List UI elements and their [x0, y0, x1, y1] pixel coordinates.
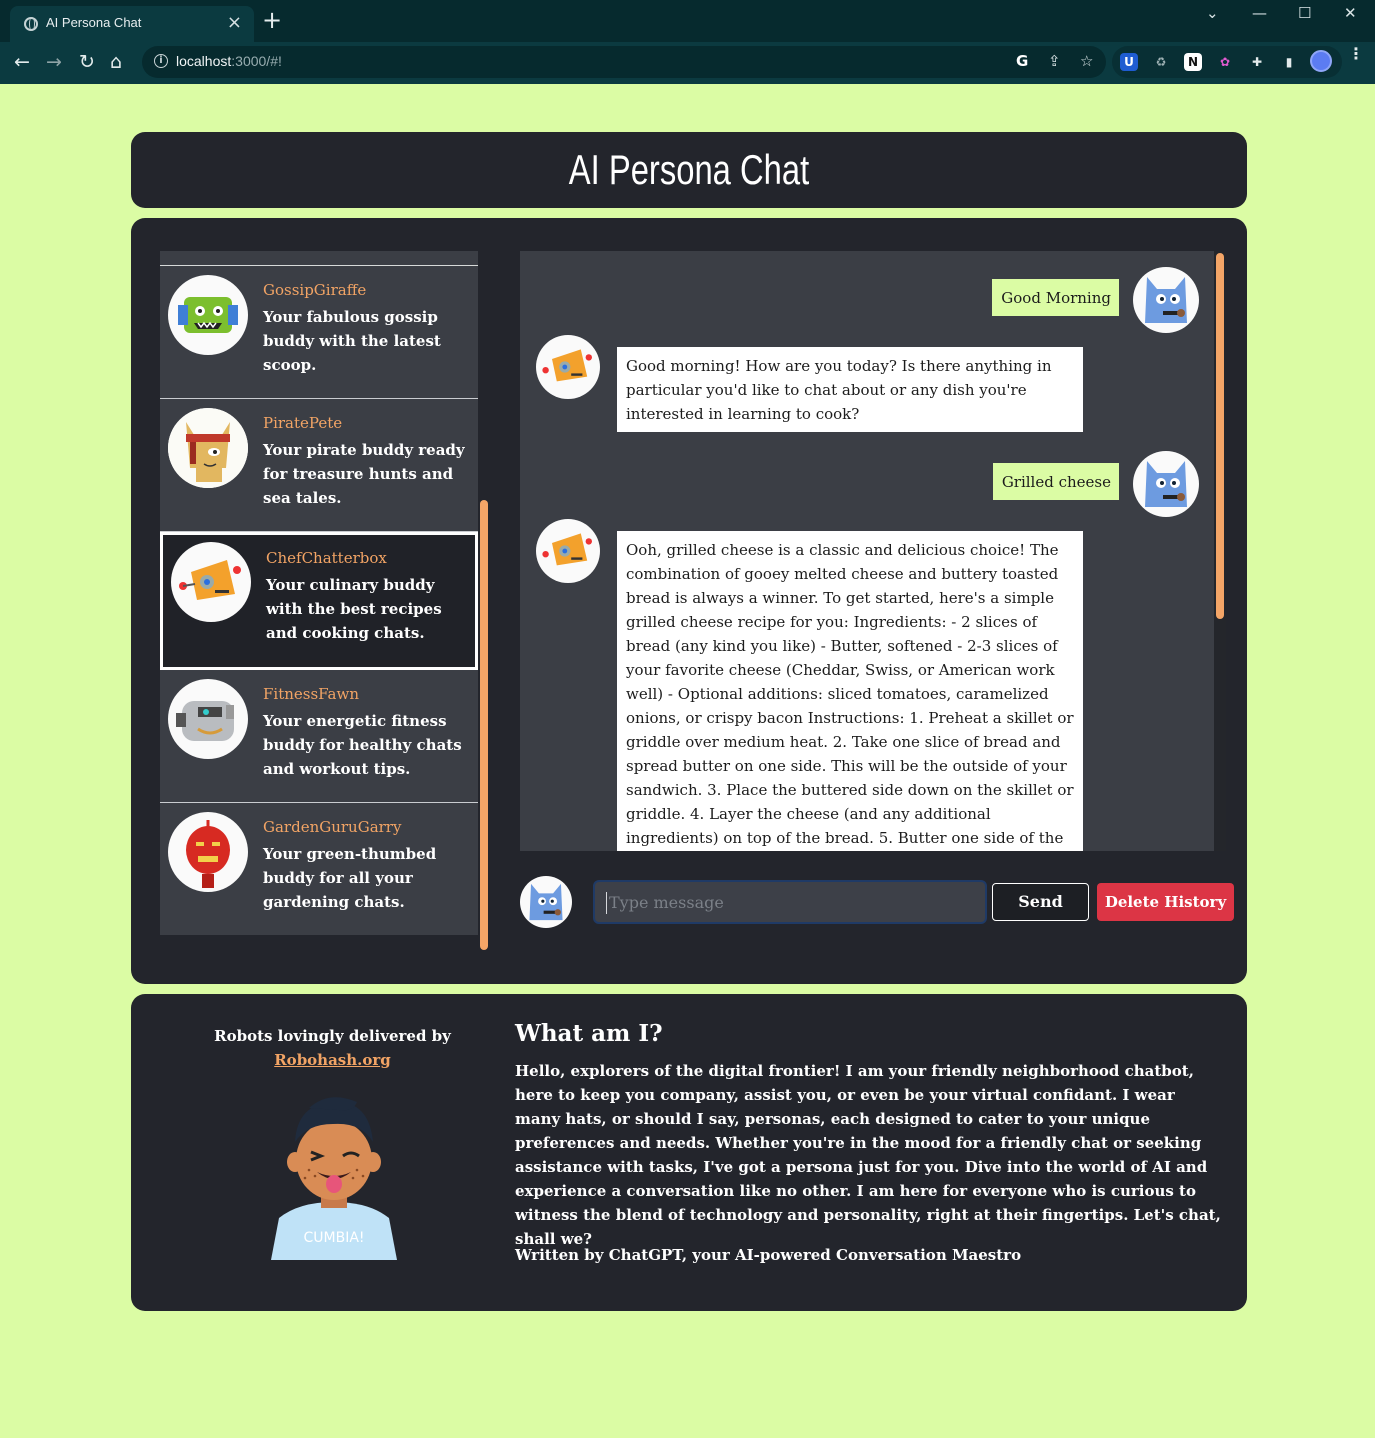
persona-name: GossipGiraffe: [263, 281, 367, 299]
chevron-down-icon[interactable]: ⌄: [1206, 4, 1219, 22]
url-text[interactable]: localhost:3000/#!: [176, 53, 282, 69]
gray-robot-avatar: [168, 679, 248, 759]
persona-list: GossipGiraffe Your fabulous gossip buddy…: [160, 251, 478, 935]
message-input[interactable]: [593, 880, 987, 924]
persona-name: FitnessFawn: [263, 685, 359, 703]
tab-title: AI Persona Chat: [46, 15, 142, 30]
puzzle-icon[interactable]: ✚: [1248, 53, 1266, 71]
share-icon[interactable]: ⇪: [1048, 52, 1061, 70]
info-icon[interactable]: i: [154, 54, 168, 68]
about-title: What am I?: [515, 1020, 663, 1047]
recycle-icon[interactable]: ♻: [1152, 53, 1170, 71]
robohash-link[interactable]: Robohash.org: [201, 1048, 464, 1072]
notion-icon[interactable]: N: [1184, 53, 1202, 71]
browser-chrome: AI Persona Chat × + ⌄ — ☐ ✕ ← → ↻ ⌂ i lo…: [0, 0, 1375, 84]
url-host: localhost: [176, 53, 232, 69]
chef-robot-avatar: [536, 335, 600, 399]
persona-description: Your pirate buddy ready for treasure hun…: [263, 441, 465, 507]
browser-tab[interactable]: AI Persona Chat ×: [10, 6, 254, 42]
address-bar[interactable]: i localhost:3000/#! G ⇪ ☆: [142, 46, 1106, 78]
browser-toolbar: ← → ↻ ⌂ i localhost:3000/#! G ⇪ ☆ U ♻ N …: [0, 42, 1375, 84]
back-icon[interactable]: ←: [14, 51, 30, 73]
persona-item[interactable]: FitnessFawn Your energetic fitness buddy…: [160, 670, 478, 803]
chat-window[interactable]: Good Morning Good morning! How are you t…: [520, 251, 1226, 851]
credit-text: Robots lovingly delivered by: [214, 1027, 451, 1045]
shirt-text: CUMBIA!: [303, 1230, 364, 1246]
persona-description: Your energetic fitness buddy for healthy…: [263, 712, 462, 778]
persona-description: Your culinary buddy with the best recipe…: [266, 576, 442, 642]
maximize-icon[interactable]: ☐: [1298, 4, 1311, 22]
bitwarden-icon[interactable]: U: [1120, 53, 1138, 71]
bot-message: Good morning! How are you today? Is ther…: [617, 347, 1083, 432]
bot-message: Ooh, grilled cheese is a classic and del…: [617, 531, 1083, 851]
credit-block: Robots lovingly delivered by Robohash.or…: [201, 1024, 464, 1072]
new-tab-icon[interactable]: +: [262, 8, 282, 32]
sidebar-icon[interactable]: ▮: [1280, 53, 1298, 71]
minimize-icon[interactable]: —: [1252, 4, 1267, 22]
extensions-bar: U ♻ N ✿ ✚ ▮: [1112, 46, 1342, 78]
home-icon[interactable]: ⌂: [110, 51, 122, 73]
menu-icon[interactable]: ⋮: [1348, 46, 1364, 62]
delete-history-button[interactable]: Delete History: [1097, 883, 1234, 921]
chef-robot-avatar: [536, 519, 600, 583]
reload-icon[interactable]: ↻: [79, 51, 95, 73]
about-signature: Written by ChatGPT, your AI-powered Conv…: [515, 1246, 1022, 1264]
color-picker-icon[interactable]: ✿: [1216, 53, 1234, 71]
red-robot-avatar: [168, 812, 248, 892]
google-icon[interactable]: G: [1016, 52, 1028, 70]
globe-icon: [24, 17, 38, 31]
persona-name: PiratePete: [263, 414, 343, 432]
persona-list-scrollbar[interactable]: [480, 500, 488, 950]
persona-item[interactable]: PiratePete Your pirate buddy ready for t…: [160, 399, 478, 532]
persona-name: GardenGuruGarry: [263, 818, 402, 836]
star-icon[interactable]: ☆: [1080, 52, 1093, 70]
persona-description: Your fabulous gossip buddy with the late…: [263, 308, 441, 374]
forward-icon[interactable]: →: [46, 51, 62, 73]
persona-name: ChefChatterbox: [266, 549, 387, 567]
close-tab-icon[interactable]: ×: [227, 12, 242, 33]
chat-scrollbar-thumb[interactable]: [1216, 253, 1224, 619]
send-button[interactable]: Send: [992, 883, 1089, 921]
user-cat-avatar: [1133, 267, 1199, 333]
user-message: Good Morning: [992, 279, 1119, 316]
tab-strip: AI Persona Chat × + ⌄ — ☐ ✕: [0, 0, 1375, 42]
footer-panel: Robots lovingly delivered by Robohash.or…: [131, 994, 1247, 1311]
current-user-avatar: [520, 876, 572, 928]
profile-avatar[interactable]: [1310, 50, 1332, 72]
close-window-icon[interactable]: ✕: [1344, 4, 1357, 22]
text-caret: [606, 892, 607, 914]
orange-robot-avatar: [171, 542, 251, 622]
green-robot-avatar: [168, 275, 248, 355]
url-path: :3000/#!: [231, 53, 282, 69]
pirate-cat-avatar: [168, 408, 248, 488]
persona-item-selected[interactable]: ChefChatterbox Your culinary buddy with …: [160, 532, 478, 670]
page-title: AI Persona Chat: [568, 146, 810, 193]
app-header: AI Persona Chat: [131, 132, 1247, 208]
user-cat-avatar: [1133, 451, 1199, 517]
user-message: Grilled cheese: [992, 463, 1119, 500]
persona-description: Your green-thumbed buddy for all your ga…: [263, 845, 437, 911]
chat-panel: GossipGiraffe Your fabulous gossip buddy…: [131, 218, 1247, 984]
about-text: Hello, explorers of the digital frontier…: [515, 1062, 1221, 1248]
persona-item[interactable]: GossipGiraffe Your fabulous gossip buddy…: [160, 266, 478, 399]
persona-item[interactable]: GardenGuruGarry Your green-thumbed buddy…: [160, 803, 478, 935]
character-illustration: CUMBIA!: [269, 1090, 399, 1260]
